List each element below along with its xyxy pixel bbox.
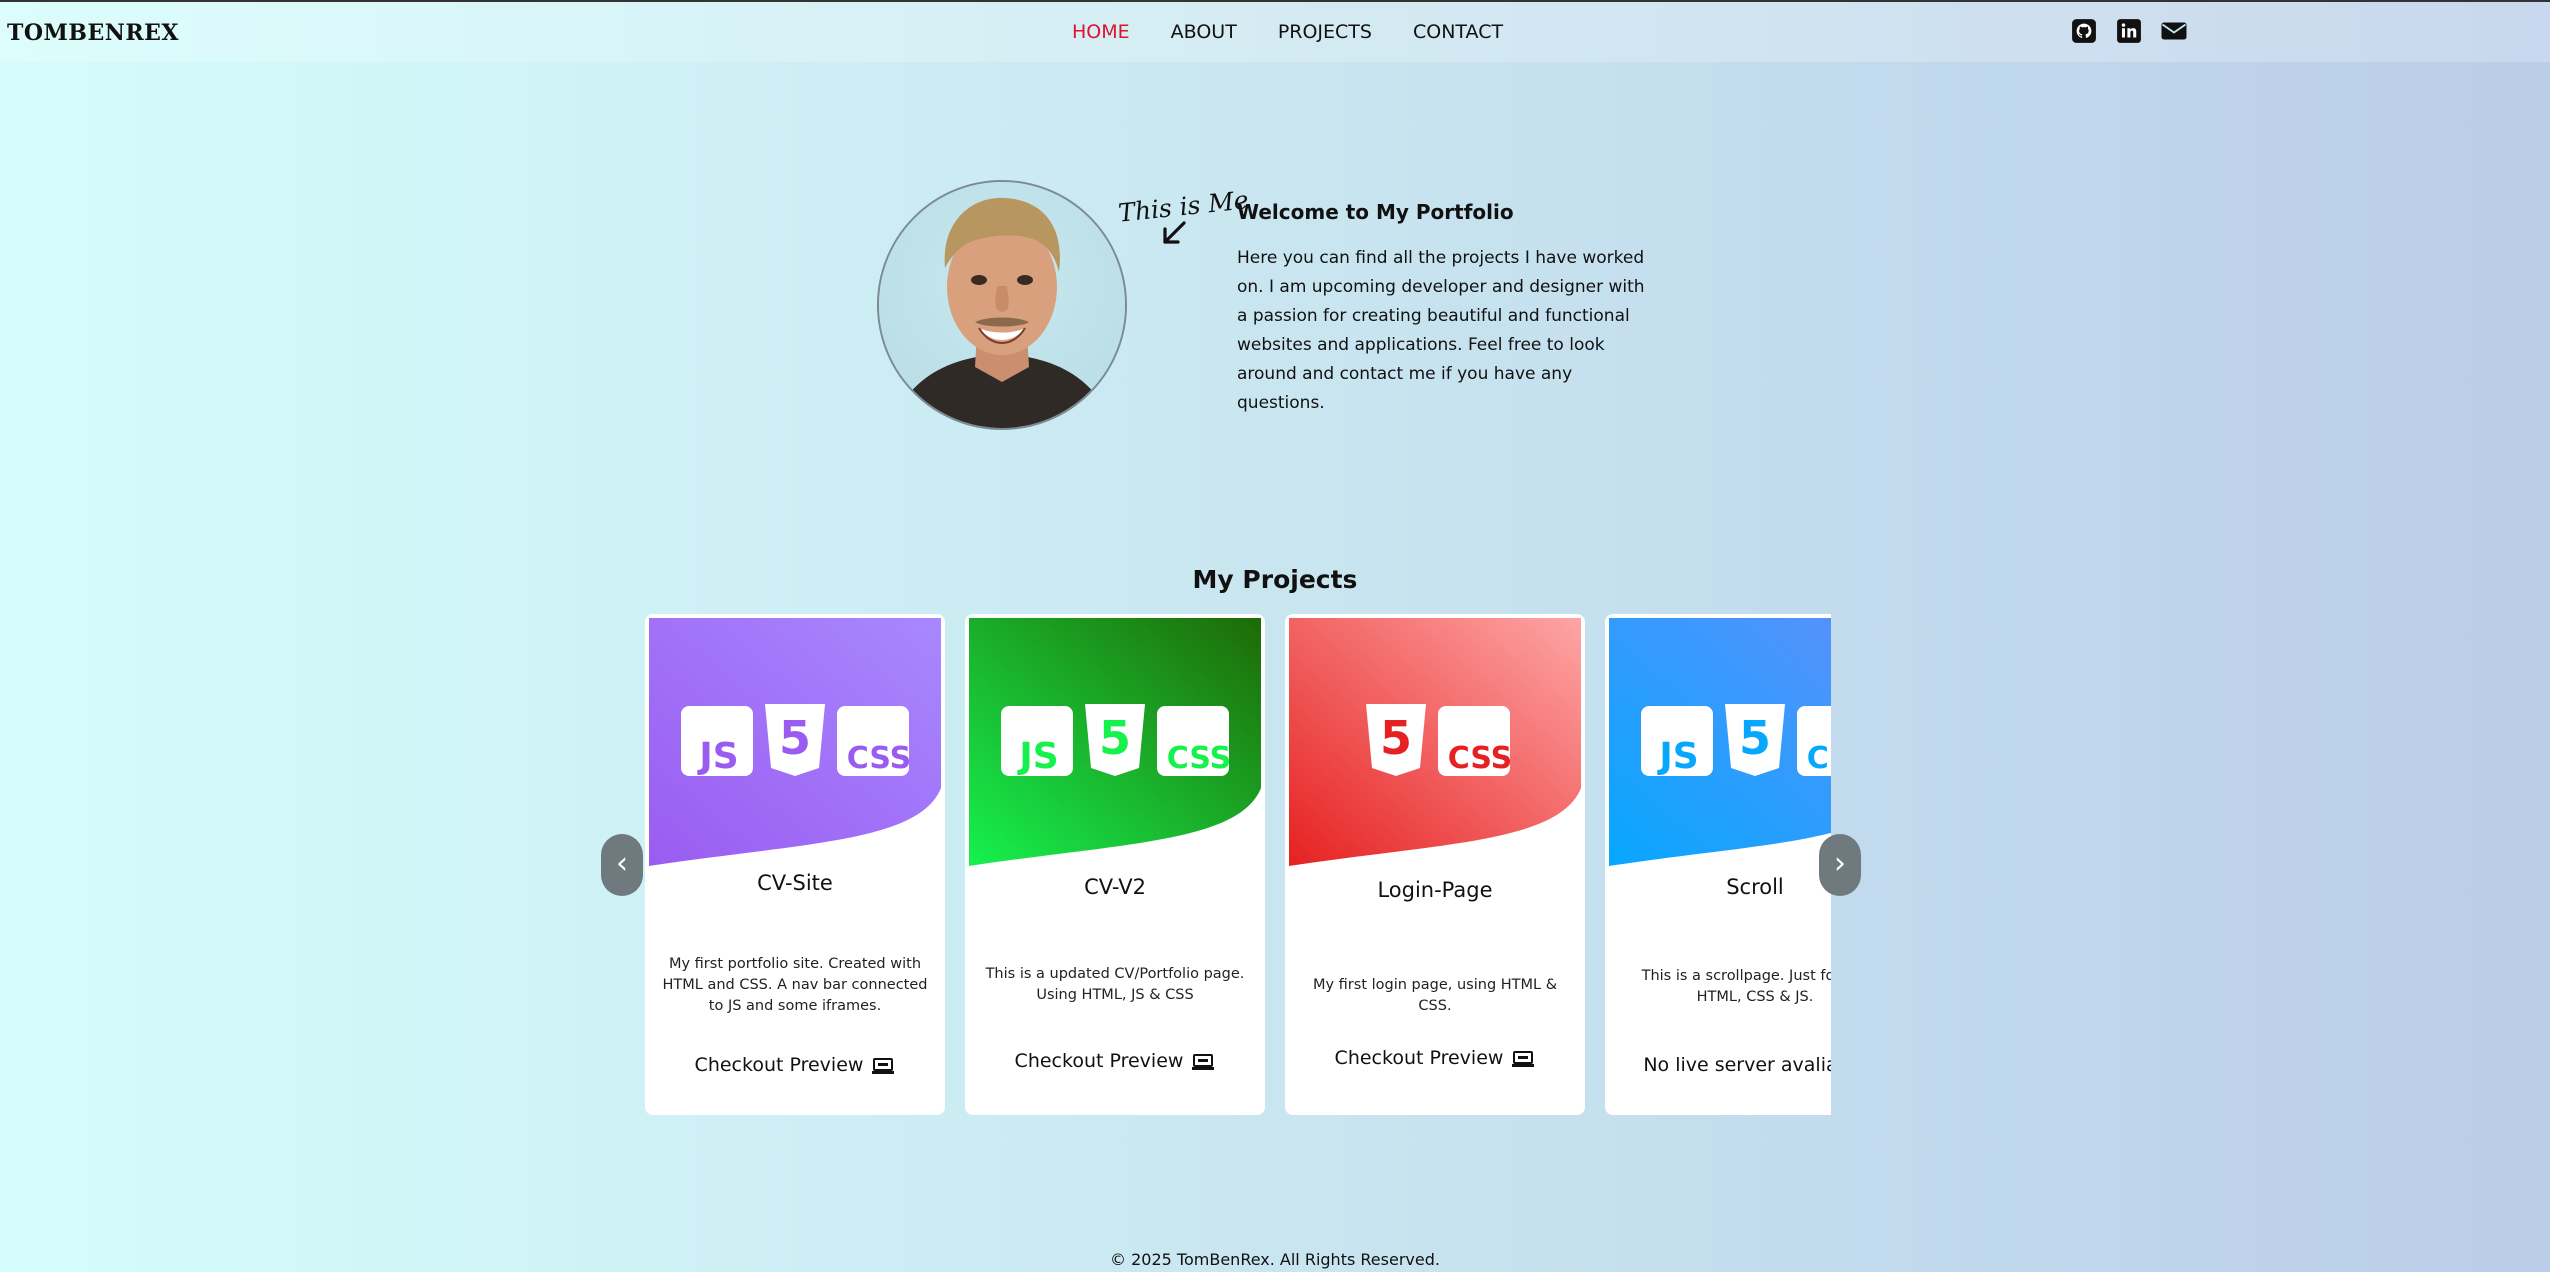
tech-stack-icon: JS 5 CSS — [649, 618, 941, 866]
mail-icon[interactable] — [2161, 18, 2187, 44]
svg-text:CSS: CSS — [1448, 741, 1512, 776]
laptop-icon — [1512, 1050, 1535, 1067]
svg-text:5: 5 — [1380, 711, 1412, 765]
arrow-down-left-icon — [1163, 221, 1186, 244]
github-icon[interactable] — [2071, 18, 2097, 44]
project-preview-link[interactable]: Checkout Preview — [965, 1050, 1265, 1072]
project-description: This is a updated CV/Portfolio page. Usi… — [985, 966, 1245, 1003]
preview-link-label: Checkout Preview — [694, 1054, 864, 1076]
svg-text:JS: JS — [696, 736, 738, 777]
tech-stack-icon: 5 CSS — [1289, 618, 1581, 866]
project-preview-link[interactable]: Checkout Preview — [1285, 1047, 1585, 1069]
project-card: JS 5 CSS CV-V2 This is a updated CV/Portfo… — [965, 614, 1265, 1115]
preview-link-label: Checkout Preview — [1334, 1047, 1504, 1069]
project-description: This is a scrollpage. Just for fun HTML,… — [1641, 968, 1831, 1005]
nav-links: HOME ABOUT PROJECTS CONTACT — [1072, 21, 1503, 43]
footer-text: © 2025 TomBenRex. All Rights Reserved. — [1110, 1250, 1440, 1269]
preview-link-label: No live server avaliable — [1643, 1054, 1831, 1076]
hero-title: Welcome to My Portfolio — [1237, 200, 1514, 224]
social-links — [2071, 18, 2187, 44]
carousel-next-button[interactable]: › — [1819, 834, 1861, 896]
nav-link-home[interactable]: HOME — [1072, 21, 1130, 43]
hero-text: Here you can find all the projects I hav… — [1237, 248, 1645, 413]
svg-text:5: 5 — [1739, 711, 1771, 765]
tech-stack-icon: JS 5 CSS — [1609, 618, 1831, 866]
project-description: My first login page, using HTML & CSS. — [1312, 977, 1558, 1014]
brand-logo[interactable]: TOMBENREX — [7, 20, 179, 46]
project-title: Scroll — [1726, 875, 1784, 899]
tech-stack-icon: JS 5 CSS — [969, 618, 1261, 866]
project-preview-link[interactable]: No live server avaliable — [1605, 1054, 1831, 1076]
svg-text:JS: JS — [1016, 736, 1058, 777]
svg-text:5: 5 — [779, 711, 811, 765]
nav-link-projects[interactable]: PROJECTS — [1278, 21, 1372, 43]
carousel-track: JS 5 CSS CV-Site My first portfolio site. … — [645, 614, 1831, 1115]
project-card: 5 CSS Login-Page My first login page, usin… — [1285, 614, 1585, 1115]
svg-text:5: 5 — [1099, 711, 1131, 765]
svg-text:CSS: CSS — [1167, 741, 1231, 776]
preview-link-label: Checkout Preview — [1014, 1050, 1184, 1072]
project-card: JS 5 CSS Scroll This is a scrollpage. Just… — [1605, 614, 1831, 1115]
navbar: TOMBENREX HOME ABOUT PROJECTS CONTACT — [0, 2, 2550, 62]
project-card: JS 5 CSS CV-Site My first portfolio site. … — [645, 614, 945, 1115]
nav-link-contact[interactable]: CONTACT — [1413, 21, 1503, 43]
laptop-icon — [872, 1057, 895, 1074]
svg-text:JS: JS — [1656, 736, 1698, 777]
carousel-prev-button[interactable]: ‹ — [601, 834, 643, 896]
project-title: CV-V2 — [1084, 875, 1146, 899]
projects-title: My Projects — [1192, 565, 1358, 594]
laptop-icon — [1192, 1053, 1215, 1070]
project-title: Login-Page — [1377, 878, 1493, 902]
svg-text:CSS: CSS — [1807, 741, 1831, 776]
project-description: My first portfolio site. Created with HT… — [662, 956, 928, 1014]
projects-carousel: JS 5 CSS CV-Site My first portfolio site. … — [645, 614, 1831, 1116]
project-preview-link[interactable]: Checkout Preview — [645, 1054, 945, 1076]
profile-photo — [877, 180, 1127, 430]
project-title: CV-Site — [757, 871, 833, 895]
nav-link-about[interactable]: ABOUT — [1171, 21, 1237, 43]
svg-text:CSS: CSS — [847, 741, 911, 776]
linkedin-icon[interactable] — [2116, 18, 2142, 44]
